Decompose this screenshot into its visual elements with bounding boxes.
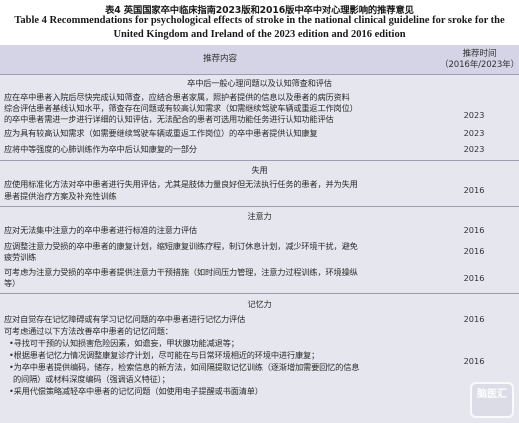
year-value: 2023 (463, 128, 485, 138)
section-memory-line: 可考虑通过以下方法改善卒中患者的记忆问题： (4, 326, 173, 336)
section-apraxia-line: 应使用标准化方法对卒中患者进行失用评估，尤其是肢体力量良好但无法执行任务的患者，… (4, 179, 358, 189)
section-general-line: 综合评估患者基线认知水平，筛查存在问题或有较高认知需求（如需继续驾驶车辆或重返工… (4, 103, 358, 113)
section-title-apraxia: 失用 (251, 165, 268, 175)
section-general-line: 应将中等强度的心肺训练作为卒中后认知康复的一部分 (4, 144, 197, 154)
section-memory-line: 应对自觉存在记忆障碍或有学习记忆问题的卒中患者进行记忆力评估 (4, 314, 246, 324)
year-value: 2016 (463, 356, 485, 366)
header-year-line-2: （2016年/2023年） (440, 60, 519, 70)
section-memory-bullet: •根据患者记忆力情况调整康复诊疗计划，尽可能在与日常环境相近的环境中进行康复； (9, 350, 320, 360)
watermark-logo: 脑医汇 (470, 382, 514, 418)
section-general-line: 应为具有较高认知需求（如需要继续驾驶车辆或重返工作岗位）的卒中患者提供认知康复 (4, 128, 318, 138)
section-title-memory: 记忆力 (247, 299, 272, 309)
header-content: 推荐内容 (203, 54, 237, 64)
section-general-line: 应在卒中患者入院后尽快完成认知筛查，应结合患者家属，照护者提供的信息以及患者的病… (4, 92, 350, 102)
caption-english-line-1: Table 4 Recommendations for psychologica… (14, 15, 505, 26)
section-attention-line: 等） (4, 278, 21, 288)
table-header-row: 推荐内容 推荐时间 （2016年/2023年） (0, 45, 519, 74)
section-divider (0, 293, 519, 294)
year-value: 2016 (463, 273, 485, 283)
year-value: 2016 (463, 314, 485, 324)
section-memory-bullet-cont: 的间隔）或材料深度编码（强调语义特征）； (13, 374, 170, 384)
section-divider (0, 206, 519, 207)
header-year-line-1: 推荐时间 (462, 49, 497, 59)
watermark-text: 脑医汇 (477, 389, 507, 400)
section-memory-bullet: •为卒中患者提供编码，储存，检索信息的新方法，如间隔提取记忆训练（逐渐增加需要回… (9, 362, 360, 372)
section-title-general: 卒中后一般心理问题以及认知筛查和评估 (187, 78, 332, 88)
year-value: 2023 (463, 110, 485, 120)
page: 表4 英国国家卒中临床指南2023版和2016版中卒中对心理影响的推荐意见 Ta… (0, 0, 519, 423)
section-general-line: 的卒中患者需进一步进行详细的认知评估，无法配合的患者可选用功能任务进行认知功能评… (4, 114, 334, 124)
year-value: 2016 (463, 225, 485, 235)
year-value: 2016 (463, 185, 485, 195)
table-caption-english: Table 4 Recommendations for psychologica… (0, 14, 519, 42)
header-bottom-rule (0, 74, 519, 75)
section-divider (0, 160, 519, 161)
section-title-attention: 注意力 (247, 211, 272, 221)
caption-english-line-2: United Kingdom and Ireland of the 2023 e… (113, 29, 406, 40)
year-value: 2023 (463, 144, 485, 154)
section-attention-line: 应对无法集中注意力的卒中患者进行标准的注意力评估 (4, 225, 197, 235)
section-apraxia-line: 患者提供治疗方案及补充性训练 (4, 191, 117, 201)
recommendation-table: 推荐内容 推荐时间 （2016年/2023年） 卒中后一般心理问题以及认知筛查和… (0, 45, 519, 423)
section-memory-bullet: •采用代偿策略减轻卒中患者的记忆问题（如使用电子提醒或书面清单） (9, 386, 263, 396)
year-value: 2016 (463, 246, 485, 256)
section-memory-bullet: •寻找可干预的认知损害危险因素，如谵妄，甲状腺功能减退等； (9, 338, 239, 348)
section-attention-line: 应调整注意力受损的卒中患者的康复计划，缩短康复训练疗程，制订休息计划，减少环境干… (4, 241, 358, 251)
section-attention-line: 疲劳训练 (4, 252, 37, 262)
section-attention-line: 可考虑为注意力受损的卒中患者提供注意力干预措施（如时间压力管理，注意力过程训练，… (4, 267, 358, 277)
